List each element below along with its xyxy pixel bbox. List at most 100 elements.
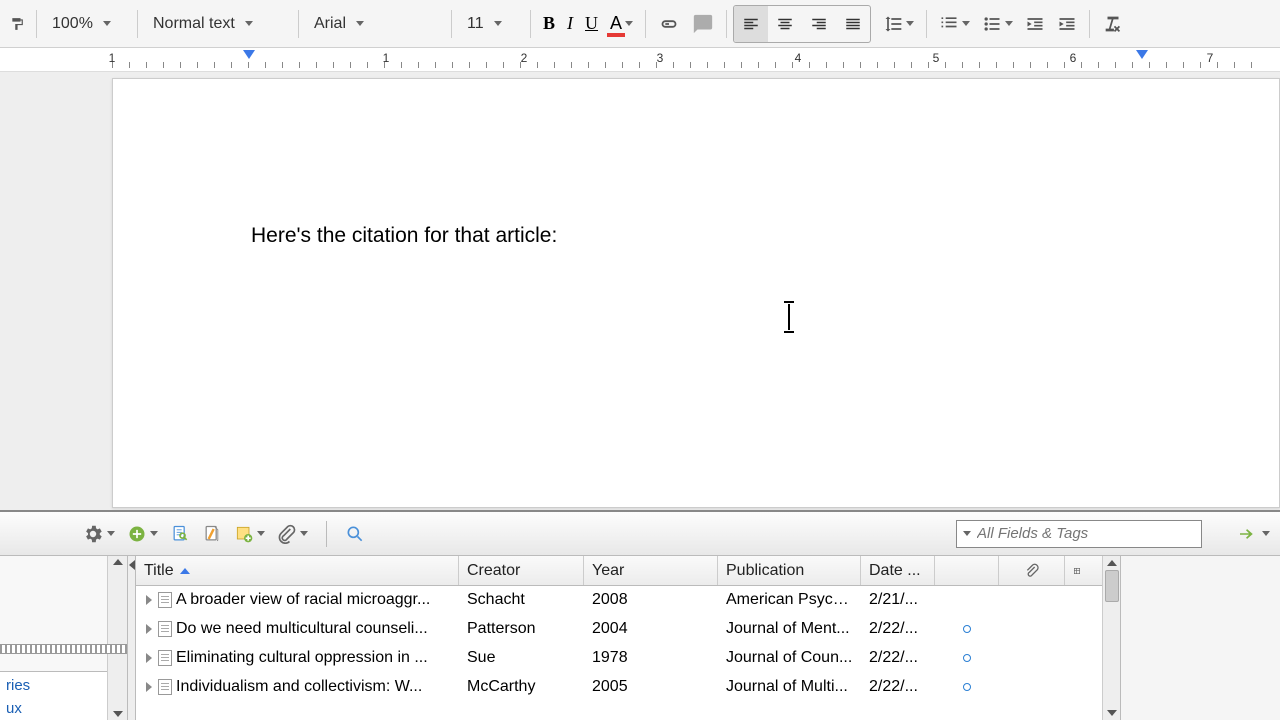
- cell-publication: Journal of Ment...: [718, 620, 861, 638]
- new-note-button[interactable]: [234, 524, 265, 544]
- search-input[interactable]: [977, 525, 1195, 542]
- column-header-attachment[interactable]: [999, 556, 1065, 585]
- zoom-dropdown[interactable]: 100%: [43, 8, 131, 40]
- numbered-list-button[interactable]: [933, 6, 976, 42]
- document-text[interactable]: Here's the citation for that article:: [251, 224, 557, 248]
- increase-indent-button[interactable]: [1051, 6, 1083, 42]
- reference-body: ries ux Title Creator Year Publication D…: [0, 556, 1280, 720]
- new-item-button[interactable]: [127, 524, 158, 544]
- chevron-down-icon: [625, 21, 633, 26]
- scrollbar[interactable]: [107, 556, 127, 720]
- status-dot-icon: [963, 654, 971, 662]
- table-row[interactable]: Eliminating cultural oppression in ...Su…: [136, 644, 1102, 673]
- collections-pane[interactable]: ries ux: [0, 556, 128, 720]
- chevron-down-icon: [150, 531, 158, 536]
- chevron-down-icon: [962, 21, 970, 26]
- line-spacing-button[interactable]: [877, 6, 920, 42]
- column-header-year[interactable]: Year: [584, 556, 718, 585]
- indent-marker-left[interactable]: [243, 50, 255, 59]
- toolbar-separator: [645, 10, 646, 38]
- actions-gear-button[interactable]: [82, 523, 115, 545]
- cell-title: Do we need multicultural counseli...: [136, 620, 459, 638]
- italic-button[interactable]: I: [561, 6, 579, 42]
- table-row[interactable]: A broader view of racial microaggr...Sch…: [136, 586, 1102, 615]
- zoom-value: 100%: [52, 15, 93, 33]
- expand-twisty-icon[interactable]: [146, 624, 152, 634]
- pane-splitter[interactable]: [0, 644, 127, 654]
- column-picker-button[interactable]: [1065, 556, 1089, 585]
- document-icon: [158, 650, 172, 666]
- expand-twisty-icon[interactable]: [146, 682, 152, 692]
- font-dropdown[interactable]: Arial: [305, 8, 445, 40]
- insert-link-button[interactable]: [652, 6, 686, 42]
- locate-button[interactable]: [1236, 525, 1270, 543]
- cell-status: [935, 625, 999, 633]
- table-body: A broader view of racial microaggr...Sch…: [136, 586, 1102, 720]
- cell-date: 2/22/...: [861, 649, 935, 667]
- cell-publication: Journal of Coun...: [718, 649, 861, 667]
- ruler-number: 5: [933, 51, 940, 65]
- tag-selector[interactable]: ries ux: [0, 671, 107, 720]
- collapse-left-icon: [129, 560, 135, 570]
- paint-format-button[interactable]: [4, 11, 30, 37]
- table-header: Title Creator Year Publication Date ...: [136, 556, 1102, 586]
- bold-button[interactable]: B: [537, 6, 561, 42]
- align-left-button[interactable]: [734, 6, 768, 42]
- ruler-number: 7: [1207, 51, 1214, 65]
- scroll-down-icon[interactable]: [1107, 710, 1117, 716]
- bulleted-list-button[interactable]: [976, 6, 1019, 42]
- cell-publication: Journal of Multi...: [718, 678, 861, 696]
- cell-publication: American Psych...: [718, 591, 861, 609]
- vertical-splitter[interactable]: [128, 556, 136, 720]
- clear-formatting-button[interactable]: [1096, 6, 1130, 42]
- cell-creator: McCarthy: [459, 678, 584, 696]
- column-header-blank[interactable]: [935, 556, 999, 585]
- scroll-up-icon[interactable]: [113, 559, 123, 565]
- ruler-number: 2: [521, 51, 528, 65]
- expand-twisty-icon[interactable]: [146, 653, 152, 663]
- cell-date: 2/22/...: [861, 678, 935, 696]
- save-to-zotero-button[interactable]: [202, 523, 222, 545]
- indent-marker-right[interactable]: [1136, 50, 1148, 59]
- cell-title: Eliminating cultural oppression in ...: [136, 649, 459, 667]
- font-size-dropdown[interactable]: 11: [458, 8, 524, 40]
- scroll-down-icon[interactable]: [113, 711, 123, 717]
- scrollbar[interactable]: [1102, 556, 1120, 720]
- column-header-creator[interactable]: Creator: [459, 556, 584, 585]
- insert-comment-button[interactable]: [686, 6, 720, 42]
- horizontal-ruler[interactable]: 11234567: [0, 48, 1280, 72]
- table-row[interactable]: Do we need multicultural counseli...Patt…: [136, 615, 1102, 644]
- align-justify-button[interactable]: [836, 6, 870, 42]
- document-area[interactable]: Here's the citation for that article:: [0, 72, 1280, 510]
- toolbar-separator: [530, 10, 531, 38]
- status-dot-icon: [963, 625, 971, 633]
- align-center-button[interactable]: [768, 6, 802, 42]
- align-right-button[interactable]: [802, 6, 836, 42]
- table-row[interactable]: Individualism and collectivism: W...McCa…: [136, 673, 1102, 702]
- text-color-button[interactable]: A: [604, 6, 639, 42]
- scroll-up-icon[interactable]: [1107, 560, 1117, 566]
- tag-item[interactable]: ux: [0, 697, 107, 720]
- chevron-down-icon[interactable]: [963, 531, 971, 536]
- decrease-indent-button[interactable]: [1019, 6, 1051, 42]
- paragraph-style-dropdown[interactable]: Normal text: [144, 8, 292, 40]
- column-header-publication[interactable]: Publication: [718, 556, 861, 585]
- add-by-identifier-button[interactable]: [170, 523, 190, 545]
- document-page[interactable]: Here's the citation for that article:: [112, 78, 1280, 508]
- underline-button[interactable]: U: [579, 6, 604, 42]
- advanced-search-button[interactable]: [345, 524, 365, 544]
- items-pane: Title Creator Year Publication Date ... …: [128, 556, 1280, 720]
- add-attachment-button[interactable]: [277, 524, 308, 544]
- column-header-title[interactable]: Title: [136, 556, 459, 585]
- sort-ascending-icon: [180, 568, 190, 574]
- ruler-number: 3: [657, 51, 664, 65]
- status-dot-icon: [963, 683, 971, 691]
- column-header-date[interactable]: Date ...: [861, 556, 935, 585]
- cell-date: 2/21/...: [861, 591, 935, 609]
- search-field[interactable]: [956, 520, 1202, 548]
- chevron-down-icon: [1262, 531, 1270, 536]
- scrollbar-thumb[interactable]: [1105, 570, 1119, 602]
- item-details-pane[interactable]: [1120, 556, 1280, 720]
- tag-item[interactable]: ries: [0, 674, 107, 697]
- expand-twisty-icon[interactable]: [146, 595, 152, 605]
